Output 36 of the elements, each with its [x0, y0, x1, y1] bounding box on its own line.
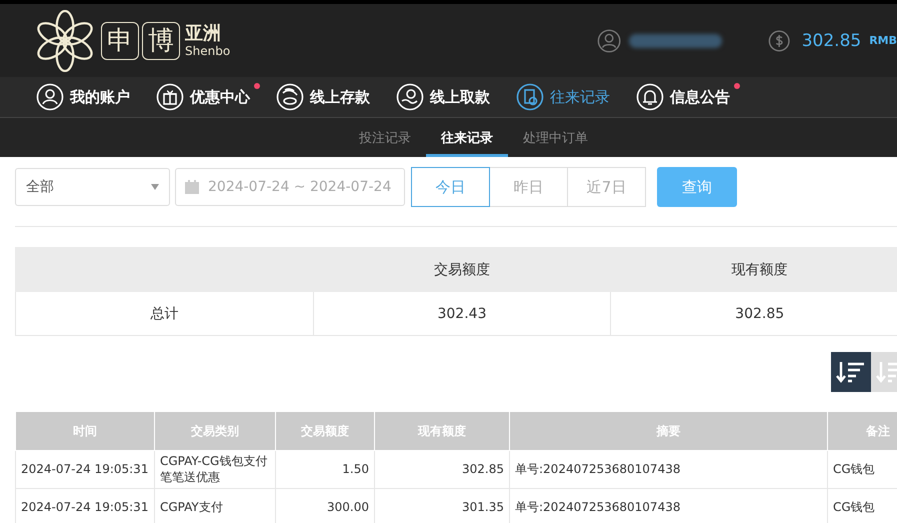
type-select[interactable]: 全部 [15, 168, 170, 206]
sort-descending-icon[interactable] [831, 352, 871, 392]
logo-character: 博 [142, 22, 180, 60]
dollar-icon [768, 28, 791, 52]
user-icon [36, 83, 64, 111]
table-cell: 302.85 [374, 450, 510, 488]
date-preset-button[interactable]: 今日 [411, 167, 490, 207]
calendar-icon [184, 179, 200, 195]
column-header: 交易额度 [313, 248, 611, 292]
table-cell: 2024-07-24 19:05:31 [16, 488, 154, 523]
logo-character: 申 [101, 22, 139, 60]
nav-item[interactable]: 优惠中心 [156, 83, 250, 111]
table-cell: 总计 [16, 292, 314, 336]
sub-tab[interactable]: 投注记录 [344, 118, 426, 157]
caret-icon [151, 184, 159, 190]
balance-amount: 302.85 [802, 30, 862, 50]
gift-icon [156, 83, 184, 111]
nav-item[interactable]: 信息公告 [636, 83, 730, 111]
logo-title: 亚洲 [185, 24, 222, 42]
sub-tab[interactable]: 处理中订单 [508, 118, 603, 157]
bell-icon [636, 83, 664, 111]
table-cell: CGPAY-CG钱包支付笔笔送优惠 [154, 450, 276, 488]
user-icon [597, 28, 622, 54]
nav-item[interactable]: 线上存款 [276, 83, 370, 111]
nav-item[interactable]: 我的账户 [36, 83, 130, 111]
currency-label: RMB [869, 34, 897, 47]
column-header: 现有额度 [610, 248, 897, 292]
table-cell: 1.50 [276, 450, 374, 488]
document-clock-icon [516, 83, 544, 111]
table-cell: 302.43 [313, 292, 611, 336]
sub-tab[interactable]: 往来记录 [426, 118, 508, 157]
logo-subtitle: Shenbo [185, 44, 230, 56]
table-cell: 2024-07-24 19:05:31 [16, 450, 154, 488]
table-cell: 单号:202407253680107438 [510, 450, 828, 488]
nav-item[interactable]: 往来记录 [516, 83, 610, 111]
nav-item[interactable]: 线上取款 [396, 83, 490, 111]
